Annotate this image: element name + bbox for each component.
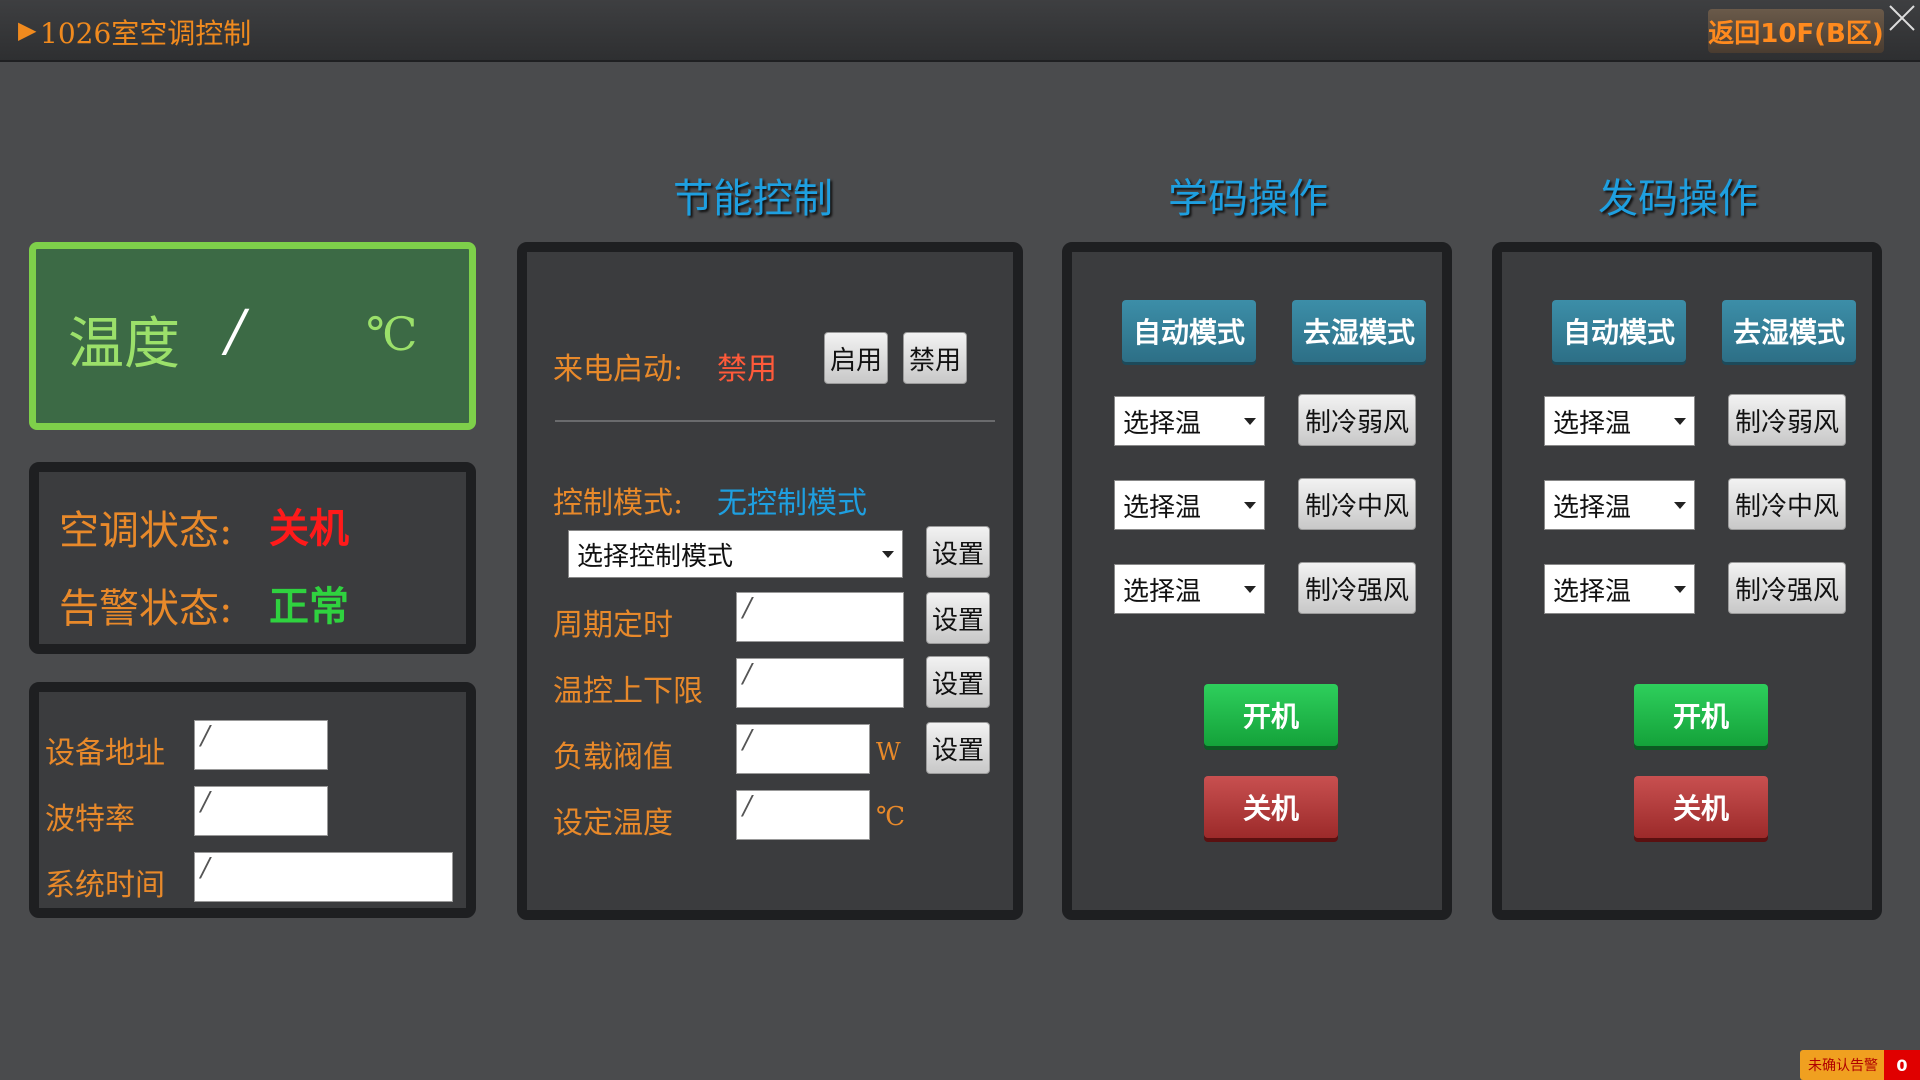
system-time-label: 系统时间 — [45, 868, 165, 903]
unconfirmed-alarm-label: 未确认告警 — [1808, 1058, 1878, 1074]
send-cool-strong-button[interactable]: 制冷强风 — [1728, 562, 1846, 614]
back-button[interactable]: 返回10F(B区) — [1708, 9, 1884, 53]
learn-section-title: 学码操作 — [1168, 176, 1328, 222]
alarm-status-value: 正常 — [269, 584, 349, 630]
chevron-down-icon — [1244, 502, 1256, 509]
set-temp-range-button[interactable]: 设置 — [926, 656, 990, 708]
temperature-value: / — [226, 299, 245, 364]
learn-temp-select-1-label: 选择温 — [1123, 408, 1202, 439]
learn-cool-strong-button[interactable]: 制冷强风 — [1298, 562, 1416, 614]
device-panel: 设备地址 / 波特率 / 系统时间 / — [29, 682, 476, 918]
chevron-down-icon — [1674, 502, 1686, 509]
send-temp-select-3-label: 选择温 — [1553, 576, 1632, 607]
send-auto-mode-button[interactable]: 自动模式 — [1552, 300, 1686, 362]
alarm-status-label: 告警状态: — [59, 586, 233, 632]
learn-power-off-button[interactable]: 关机 — [1204, 776, 1338, 838]
send-temp-select-1-label: 选择温 — [1553, 408, 1632, 439]
chevron-down-icon — [1244, 418, 1256, 425]
send-cool-weak-button[interactable]: 制冷弱风 — [1728, 394, 1846, 446]
play-icon: ▶ — [18, 16, 37, 44]
load-threshold-label: 负载阀值 — [553, 740, 673, 775]
send-dehumidify-mode-button[interactable]: 去湿模式 — [1722, 300, 1856, 362]
set-temperature-label: 设定温度 — [553, 806, 673, 841]
send-cool-mid-button[interactable]: 制冷中风 — [1728, 478, 1846, 530]
control-mode-select-label: 选择控制模式 — [577, 541, 734, 572]
send-temp-select-2-label: 选择温 — [1553, 492, 1632, 523]
temperature-unit: ℃ — [366, 307, 418, 361]
set-load-button[interactable]: 设置 — [926, 722, 990, 774]
set-temperature-unit: ℃ — [876, 802, 906, 832]
learn-auto-mode-button[interactable]: 自动模式 — [1122, 300, 1256, 362]
learn-cool-weak-button[interactable]: 制冷弱风 — [1298, 394, 1416, 446]
energy-control-panel: 来电启动: 禁用 启用 禁用 控制模式: 无控制模式 选择控制模式 设置 周期定… — [517, 242, 1023, 920]
status-panel: 空调状态: 关机 告警状态: 正常 — [29, 462, 476, 654]
learn-temp-select-3-label: 选择温 — [1123, 576, 1202, 607]
device-address-field[interactable]: / — [194, 720, 328, 770]
set-temperature-field[interactable]: / — [736, 790, 870, 840]
period-timer-field[interactable]: / — [736, 592, 904, 642]
chevron-down-icon — [882, 551, 894, 558]
learn-temp-select-1[interactable]: 选择温 — [1114, 396, 1265, 446]
energy-section-title: 节能控制 — [673, 176, 833, 222]
temperature-panel: 温度 / ℃ — [29, 242, 476, 430]
learn-temp-select-2[interactable]: 选择温 — [1114, 480, 1265, 530]
temp-range-label: 温控上下限 — [553, 674, 703, 709]
title-bar: ▶ 1026室空调控制 返回10F(B区) — [0, 0, 1920, 62]
power-on-start-label: 来电启动: — [553, 352, 684, 387]
send-temp-select-2[interactable]: 选择温 — [1544, 480, 1695, 530]
send-temp-select-3[interactable]: 选择温 — [1544, 564, 1695, 614]
learn-code-panel: 自动模式 去湿模式 选择温 制冷弱风 选择温 制冷中风 选择温 制冷强风 开机 … — [1062, 242, 1452, 920]
set-period-button[interactable]: 设置 — [926, 592, 990, 644]
load-threshold-unit: W — [876, 738, 901, 766]
learn-temp-select-2-label: 选择温 — [1123, 492, 1202, 523]
control-mode-label: 控制模式: — [553, 486, 684, 521]
enable-button[interactable]: 启用 — [824, 332, 888, 384]
control-mode-value: 无控制模式 — [717, 486, 867, 521]
close-icon[interactable] — [1886, 2, 1918, 34]
unconfirmed-alarm-count: 0 — [1884, 1050, 1920, 1080]
ac-status-label: 空调状态: — [59, 508, 233, 554]
system-time-field[interactable]: / — [194, 852, 453, 902]
control-mode-select[interactable]: 选择控制模式 — [568, 530, 903, 578]
unconfirmed-alarm-badge[interactable]: 未确认告警 0 — [1800, 1050, 1920, 1080]
device-address-label: 设备地址 — [45, 736, 165, 771]
temp-range-field[interactable]: / — [736, 658, 904, 708]
send-code-panel: 自动模式 去湿模式 选择温 制冷弱风 选择温 制冷中风 选择温 制冷强风 开机 … — [1492, 242, 1882, 920]
send-section-title: 发码操作 — [1598, 176, 1758, 222]
ac-status-value: 关机 — [269, 506, 349, 552]
baud-rate-label: 波特率 — [45, 802, 135, 837]
divider — [555, 420, 995, 422]
learn-power-on-button[interactable]: 开机 — [1204, 684, 1338, 746]
set-mode-button[interactable]: 设置 — [926, 526, 990, 578]
period-timer-label: 周期定时 — [553, 608, 673, 643]
learn-temp-select-3[interactable]: 选择温 — [1114, 564, 1265, 614]
learn-cool-mid-button[interactable]: 制冷中风 — [1298, 478, 1416, 530]
learn-dehumidify-mode-button[interactable]: 去湿模式 — [1292, 300, 1426, 362]
baud-rate-field[interactable]: / — [194, 786, 328, 836]
chevron-down-icon — [1674, 418, 1686, 425]
chevron-down-icon — [1244, 586, 1256, 593]
chevron-down-icon — [1674, 586, 1686, 593]
temperature-label: 温度 — [68, 312, 180, 377]
send-power-on-button[interactable]: 开机 — [1634, 684, 1768, 746]
send-temp-select-1[interactable]: 选择温 — [1544, 396, 1695, 446]
load-threshold-field[interactable]: / — [736, 724, 870, 774]
disable-button[interactable]: 禁用 — [903, 332, 967, 384]
page-title: 1026室空调控制 — [40, 17, 252, 50]
send-power-off-button[interactable]: 关机 — [1634, 776, 1768, 838]
power-on-start-value: 禁用 — [717, 352, 777, 387]
